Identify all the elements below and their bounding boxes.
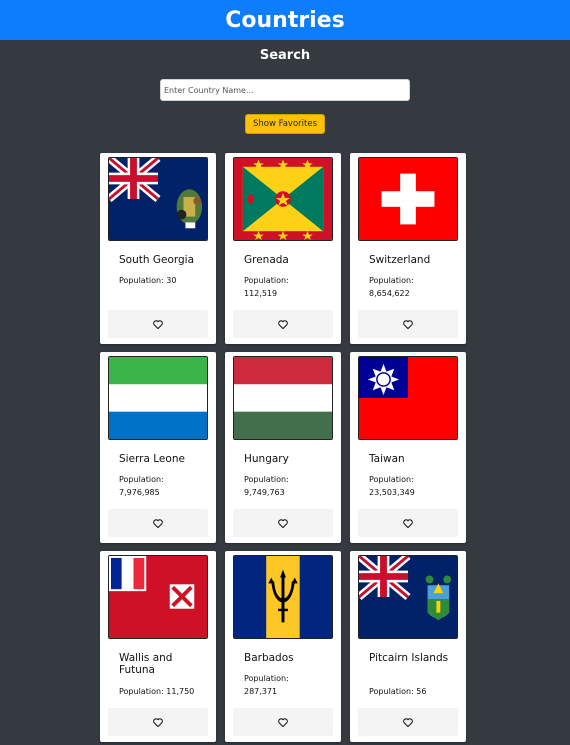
heart-outline-icon (153, 717, 163, 727)
search-input[interactable] (160, 79, 410, 101)
population-text: Population: 9,749,763 (244, 475, 289, 497)
country-card[interactable]: Sierra Leone Population: 7,976,985 (100, 352, 216, 543)
show-favorites-button[interactable]: Show Favorites (244, 114, 326, 134)
favorite-button[interactable] (358, 310, 458, 338)
population-text: Population: 11,750 (119, 687, 195, 696)
heart-outline-icon (153, 319, 163, 329)
favorite-button[interactable] (108, 708, 208, 736)
country-card[interactable]: Switzerland Population: 8,654,622 (350, 153, 466, 344)
heart-outline-icon (278, 518, 288, 528)
population-text: Population: 56 (369, 687, 427, 696)
country-name: Grenada (244, 254, 289, 266)
favorites-row: Show Favorites (0, 114, 570, 134)
heart-outline-icon (403, 518, 413, 528)
page-title: Countries (225, 7, 345, 33)
country-name: South Georgia (119, 254, 195, 266)
flag-wallis-and-futuna (108, 555, 208, 639)
country-card[interactable]: Pitcairn Islands Population: 56 (350, 551, 466, 742)
favorite-button[interactable] (358, 509, 458, 537)
flag-switzerland (358, 157, 458, 241)
flag-sierra-leone (108, 356, 208, 440)
search-heading: Search (259, 48, 311, 63)
flag-pitcairn-islands (358, 555, 458, 639)
flag-hungary (233, 356, 333, 440)
flag-barbados (233, 555, 333, 639)
population-text: Population: 30 (119, 276, 177, 285)
country-name: Sierra Leone (119, 453, 185, 465)
heart-outline-icon (403, 319, 413, 329)
country-card[interactable]: South Georgia Population: 30 (100, 153, 216, 344)
app-header: Countries (0, 0, 570, 40)
population-text: Population: 23,503,349 (369, 475, 415, 497)
population-text: Population: 7,976,985 (119, 475, 164, 497)
country-card[interactable]: Barbados Population: 287,371 (225, 551, 341, 742)
country-name: Wallis and Futuna (119, 652, 173, 676)
heart-outline-icon (403, 717, 413, 727)
favorite-button[interactable] (233, 310, 333, 338)
country-name: Switzerland (369, 254, 431, 266)
favorite-button[interactable] (108, 310, 208, 338)
country-card[interactable]: Hungary Population: 9,749,763 (225, 352, 341, 543)
favorite-button[interactable] (233, 708, 333, 736)
country-card[interactable]: Taiwan Population: 23,503,349 (350, 352, 466, 543)
country-card[interactable]: Grenada Population: 112,519 (225, 153, 341, 344)
favorite-button[interactable] (233, 509, 333, 537)
population-text: Population: 287,371 (244, 674, 289, 696)
heart-outline-icon (153, 518, 163, 528)
country-name: Barbados (244, 652, 294, 664)
heart-outline-icon (278, 319, 288, 329)
country-name: Pitcairn Islands (369, 652, 449, 664)
flag-taiwan (358, 356, 458, 440)
country-name: Taiwan (369, 453, 405, 465)
population-text: Population: 8,654,622 (369, 276, 414, 298)
favorite-button[interactable] (358, 708, 458, 736)
search-row (0, 79, 570, 101)
heart-outline-icon (278, 717, 288, 727)
population-text: Population: 112,519 (244, 276, 289, 298)
flag-grenada (233, 157, 333, 241)
flag-south-georgia (108, 157, 208, 241)
country-name: Hungary (244, 453, 289, 465)
country-grid: South Georgia Population: 30 Grenada Pop… (100, 153, 466, 742)
country-card[interactable]: Wallis and Futuna Population: 11,750 (100, 551, 216, 742)
favorite-button[interactable] (108, 509, 208, 537)
